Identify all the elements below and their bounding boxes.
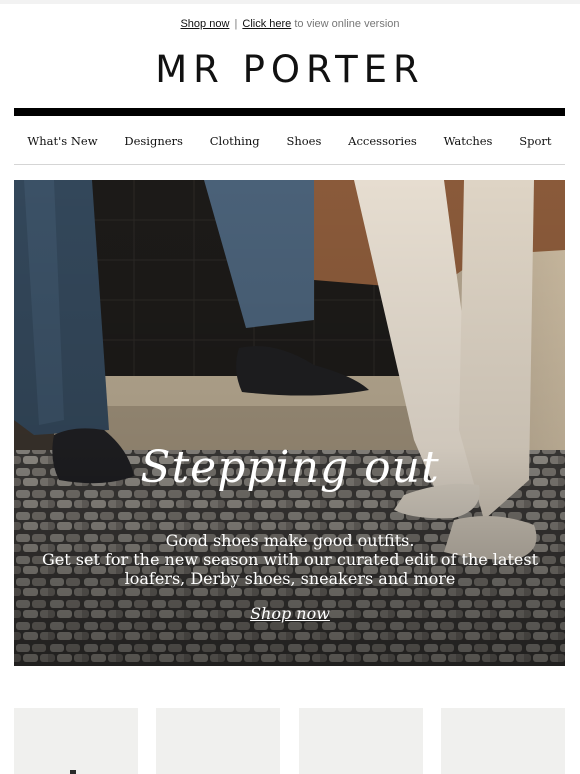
nav-item-sport[interactable]: Sport bbox=[519, 134, 551, 148]
hero-copy-line-2: Get set for the new season with our cura… bbox=[42, 550, 538, 569]
hero-copy: Good shoes make good outfits. Get set fo… bbox=[0, 531, 580, 588]
product-card[interactable] bbox=[156, 708, 281, 774]
main-nav: What's New Designers Clothing Shoes Acce… bbox=[14, 126, 565, 156]
hero-image bbox=[14, 180, 565, 666]
hero-title: Stepping out bbox=[140, 442, 440, 493]
product-image bbox=[70, 770, 76, 774]
nav-item-watches[interactable]: Watches bbox=[444, 134, 493, 148]
nav-item-whats-new[interactable]: What's New bbox=[27, 134, 97, 148]
product-card[interactable] bbox=[298, 708, 423, 774]
hero-banner[interactable] bbox=[14, 180, 565, 666]
preheader-click-here-link[interactable]: Click here bbox=[242, 18, 291, 30]
product-card[interactable] bbox=[14, 708, 138, 774]
nav-item-shoes[interactable]: Shoes bbox=[286, 134, 321, 148]
nav-divider bbox=[14, 164, 565, 165]
nav-item-designers[interactable]: Designers bbox=[124, 134, 183, 148]
product-card[interactable] bbox=[440, 708, 565, 774]
nav-item-accessories[interactable]: Accessories bbox=[348, 134, 417, 148]
hero-copy-line-3: loafers, Derby shoes, sneakers and more bbox=[124, 569, 456, 588]
preheader: Shop now | Click here to view online ver… bbox=[0, 18, 580, 30]
preheader-shop-now-link[interactable]: Shop now bbox=[180, 18, 229, 30]
hero-shop-now-link[interactable]: Shop now bbox=[0, 604, 580, 623]
hero-copy-line-1: Good shoes make good outfits. bbox=[165, 531, 415, 550]
header-divider-bar bbox=[14, 108, 565, 116]
brand-logo[interactable]: MR PORTER bbox=[0, 48, 580, 91]
top-rule bbox=[0, 0, 580, 4]
product-grid bbox=[14, 708, 565, 774]
preheader-separator: | bbox=[234, 18, 238, 30]
preheader-suffix: to view online version bbox=[294, 18, 400, 30]
nav-item-clothing[interactable]: Clothing bbox=[210, 134, 260, 148]
